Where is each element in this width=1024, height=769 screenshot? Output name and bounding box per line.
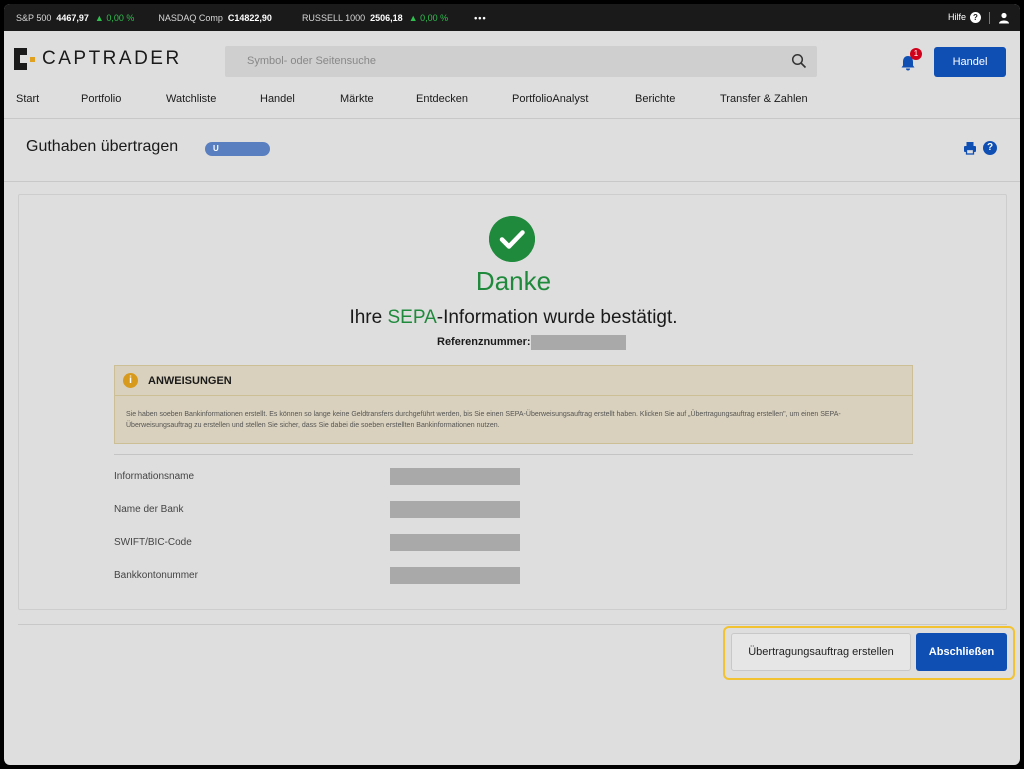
search-placeholder: Symbol- oder Seitensuche — [247, 55, 377, 67]
field-value-redacted — [390, 534, 520, 551]
ticker-value: C14822,90 — [227, 12, 272, 23]
reference-number-label: Referenznummer: — [437, 336, 531, 348]
create-transfer-order-button[interactable]: Übertragungsauftrag erstellen — [731, 633, 911, 671]
notice-text: Sie haben soeben Bankinformationen erste… — [126, 411, 841, 429]
field-value-redacted — [390, 567, 520, 584]
help-circle-icon: ? — [970, 12, 981, 23]
logo-mark-icon — [14, 48, 27, 70]
nav-item-watchlist[interactable]: Watchliste — [166, 93, 216, 105]
nav-item-portfolio[interactable]: Portfolio — [81, 93, 121, 105]
page-titlebar: Guthaben übertragen U ? — [4, 120, 1020, 182]
field-value-redacted — [390, 501, 520, 518]
nav-item-portfolioanalyst[interactable]: PortfolioAnalyst — [512, 93, 588, 105]
main-header: CAPTRADER Symbol- oder Seitensuche 1 Han… — [4, 31, 1020, 119]
thank-you-heading: Danke — [475, 266, 552, 296]
main-nav: Start Portfolio Watchliste Handel Märkte… — [4, 87, 1020, 113]
confirmation-suffix: -Information wurde bestätigt. — [436, 307, 678, 328]
account-selector[interactable]: U — [205, 142, 270, 156]
logo-text: CAPTRADER — [42, 48, 182, 69]
confirmation-card: Danke Ihre SEPA-Information wurde bestät… — [18, 194, 1007, 610]
confirmation-highlight: SEPA — [387, 307, 437, 328]
field-label-info-name: Informationsname — [114, 471, 195, 482]
divider — [18, 624, 1007, 625]
ticker-item-nasdaq[interactable]: NASDAQ Comp C14822,90 — [158, 13, 278, 23]
ticker-name: S&P 500 — [16, 12, 52, 23]
ticker-item-russell[interactable]: RUSSELL 1000 2506,18 ▲ 0,00 % — [302, 13, 448, 23]
ticker-value: 2506,18 — [370, 12, 403, 23]
app-window: S&P 500 4467,97 ▲ 0,00 % NASDAQ Comp C14… — [4, 4, 1020, 765]
reference-number-redacted — [531, 335, 626, 350]
nav-item-transfer[interactable]: Transfer & Zahlen — [720, 93, 808, 105]
ticker-item-sp500[interactable]: S&P 500 4467,97 ▲ 0,00 % — [16, 13, 134, 23]
market-ticker: S&P 500 4467,97 ▲ 0,00 % NASDAQ Comp C14… — [4, 4, 1020, 31]
ticker-value: 4467,97 — [56, 12, 89, 23]
ticker-name: RUSSELL 1000 — [301, 12, 366, 23]
ticker-name: NASDAQ Comp — [158, 12, 223, 23]
success-check-icon — [489, 216, 535, 262]
notification-badge: 1 — [910, 48, 922, 60]
nav-item-markets[interactable]: Märkte — [340, 93, 374, 105]
nav-item-discover[interactable]: Entdecken — [416, 93, 468, 105]
notice-title: ANWEISUNGEN — [148, 375, 232, 387]
finish-button[interactable]: Abschließen — [916, 633, 1007, 671]
captrader-logo[interactable]: CAPTRADER — [14, 48, 182, 70]
divider — [989, 11, 990, 24]
field-label-bank-name: Name der Bank — [114, 504, 184, 515]
field-label-account-number: Bankkontonummer — [114, 570, 198, 581]
ticker-change: ▲ 0,00 % — [408, 12, 449, 23]
search-icon[interactable] — [791, 53, 807, 69]
confirmation-message: Ihre SEPA-Information wurde bestätigt. — [19, 307, 1008, 329]
help-icon[interactable]: ? — [983, 141, 997, 155]
user-icon[interactable] — [998, 12, 1010, 24]
help-label: Hilfe — [947, 12, 966, 22]
info-icon: i — [123, 373, 138, 388]
print-icon[interactable] — [963, 141, 977, 155]
ticker-change: ▲ 0,00 % — [94, 12, 135, 23]
field-label-swift: SWIFT/BIC-Code — [114, 537, 192, 548]
search-input[interactable]: Symbol- oder Seitensuche — [225, 46, 817, 77]
field-value-redacted — [390, 468, 520, 485]
help-link[interactable]: Hilfe? — [948, 12, 981, 23]
trade-button[interactable]: Handel — [934, 47, 1006, 77]
ticker-more-button[interactable]: ••• — [474, 13, 486, 23]
confirmation-prefix: Ihre — [349, 307, 388, 328]
page-title: Guthaben übertragen — [26, 138, 179, 155]
nav-item-trade[interactable]: Handel — [260, 93, 295, 105]
notice-header: i ANWEISUNGEN — [115, 366, 912, 396]
divider — [114, 454, 913, 455]
logo-dot — [30, 56, 35, 62]
instructions-notice: i ANWEISUNGEN Sie haben soeben Bankinfor… — [114, 365, 913, 444]
nav-item-reports[interactable]: Berichte — [635, 93, 675, 105]
nav-item-start[interactable]: Start — [16, 93, 39, 105]
top-right-tools: Hilfe? — [948, 4, 1010, 31]
